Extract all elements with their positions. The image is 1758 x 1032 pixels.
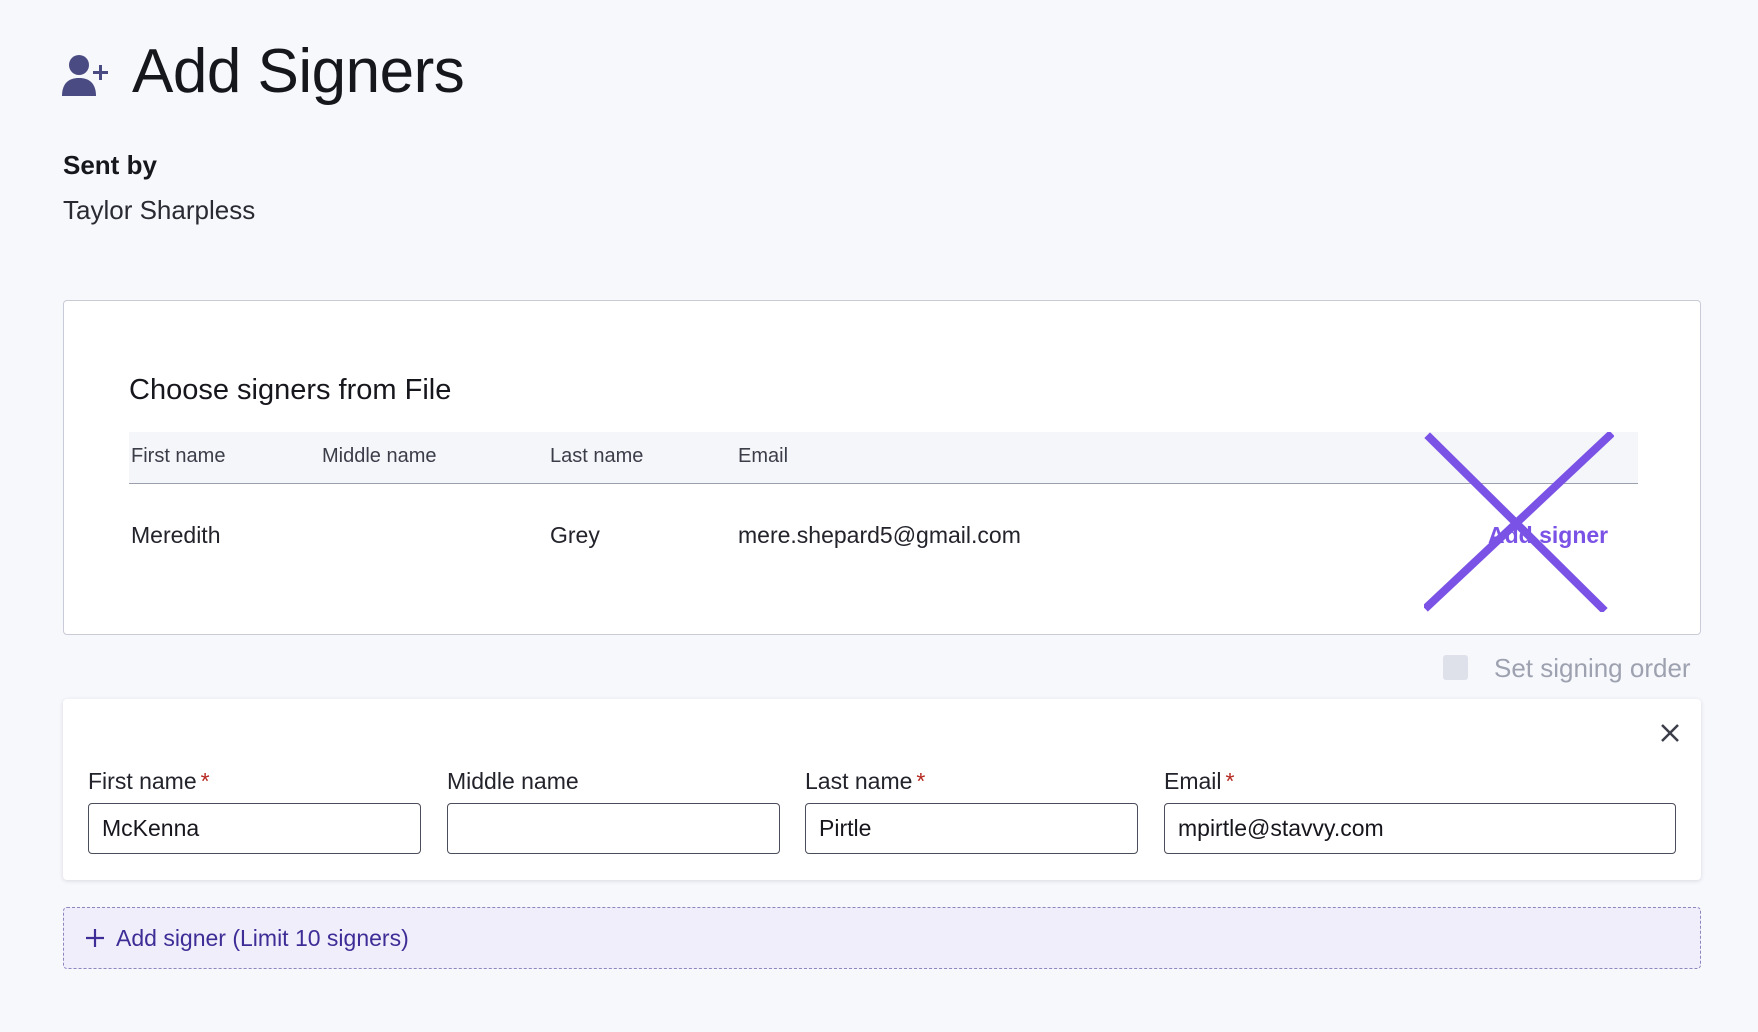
cell-email: mere.shepard5@gmail.com	[738, 522, 1021, 548]
page-title: Add Signers	[132, 37, 465, 106]
middle-name-field: Middle name	[447, 768, 780, 854]
add-signer-link[interactable]: Add signer	[1488, 522, 1608, 549]
required-marker: *	[200, 768, 210, 794]
file-signers-card: Choose signers from File First name Midd…	[63, 300, 1701, 635]
last-name-field: Last name *	[805, 768, 1138, 854]
file-signers-table: First name Middle name Last name Email M…	[129, 432, 1638, 588]
user-plus-icon	[62, 54, 108, 96]
middle-name-input[interactable]	[447, 803, 780, 854]
sent-by-label: Sent by	[63, 150, 157, 180]
column-header-first-name: First name	[131, 445, 226, 467]
sender-name: Taylor Sharpless	[63, 195, 256, 225]
required-marker: *	[916, 768, 926, 794]
add-signers-page: Add Signers Sent by Taylor Sharpless Cho…	[0, 0, 1758, 1032]
signing-order-checkbox[interactable]	[1443, 655, 1468, 680]
last-name-label: Last name *	[805, 768, 926, 794]
table-header: First name Middle name Last name Email	[129, 432, 1638, 484]
column-header-middle-name: Middle name	[322, 445, 437, 467]
last-name-input[interactable]	[805, 803, 1138, 854]
column-header-last-name: Last name	[550, 445, 644, 467]
first-name-label: First name *	[88, 768, 210, 794]
email-input[interactable]	[1164, 803, 1676, 854]
signer-form-card: First name* Middle name Last name* Email…	[63, 699, 1701, 880]
middle-name-label: Middle name	[447, 768, 579, 794]
cell-first-name: Meredith	[131, 522, 221, 548]
add-signer-label: Add signer (Limit 10 signers)	[116, 924, 409, 951]
close-icon[interactable]	[1658, 721, 1682, 745]
page-header: Add Signers	[62, 36, 465, 107]
email-label: Email *	[1164, 768, 1235, 794]
required-marker: *	[1225, 768, 1235, 794]
first-name-input[interactable]	[88, 803, 421, 854]
email-field: Email *	[1164, 768, 1676, 854]
table-row: Meredith Grey mere.shepard5@gmail.com Ad…	[129, 484, 1638, 588]
column-header-email: Email	[738, 445, 789, 467]
cell-last-name: Grey	[550, 522, 600, 548]
signing-order-label: Set signing order	[1494, 653, 1691, 683]
add-signer-button[interactable]: Add signer (Limit 10 signers)	[63, 907, 1701, 969]
file-signers-title: Choose signers from File	[129, 374, 452, 406]
first-name-field: First name *	[88, 768, 421, 854]
plus-icon	[86, 929, 104, 947]
